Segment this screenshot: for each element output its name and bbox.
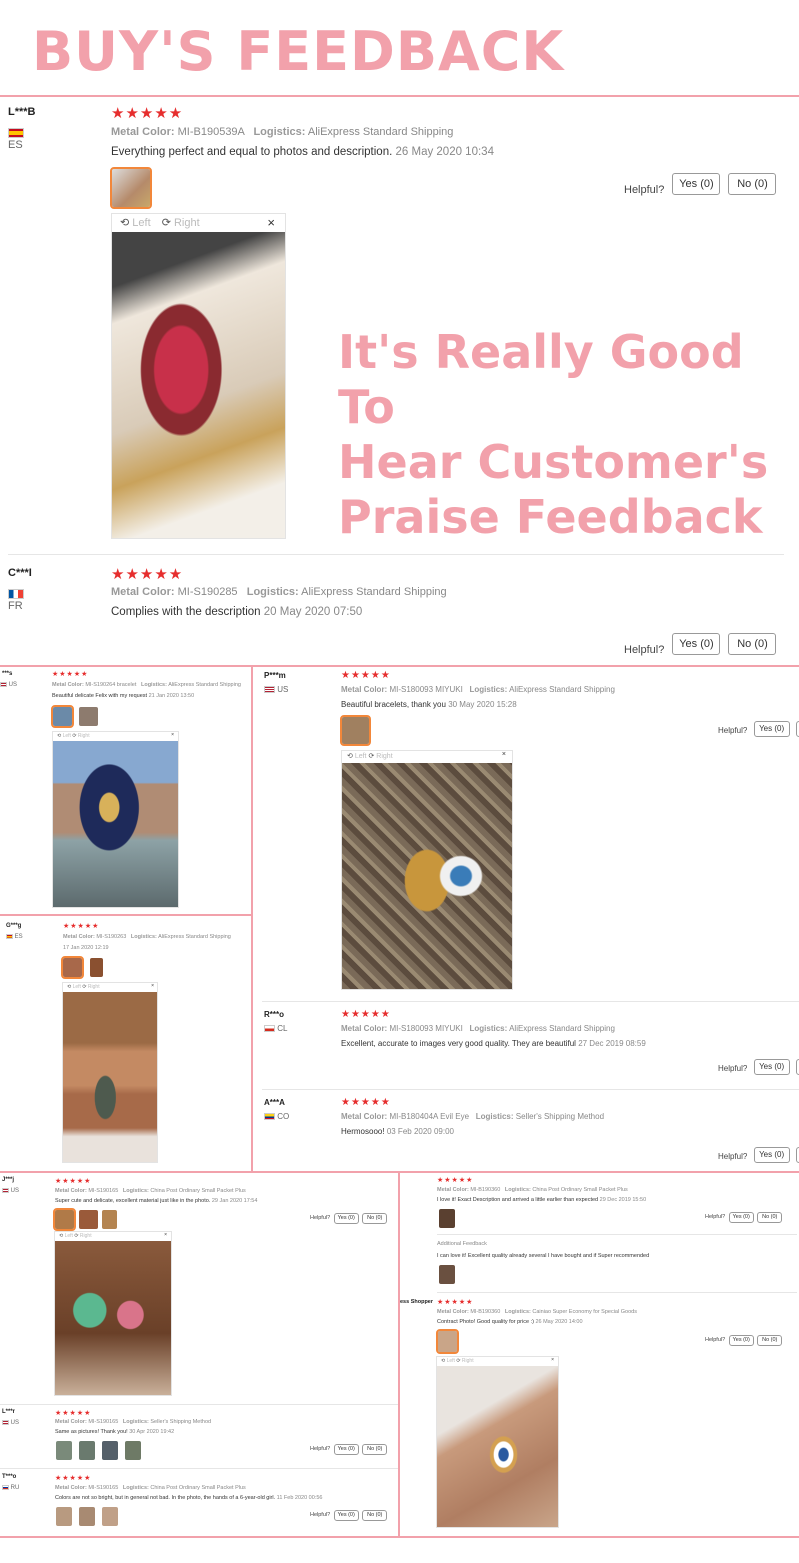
logistics-value: China Post Ordinary Small Packet Plus	[150, 1485, 246, 1491]
review-text-line: Colors are not so bright, but in general…	[55, 1495, 322, 1501]
russia-flag-icon	[2, 1485, 9, 1490]
logistics-label: Logistics:	[504, 1309, 531, 1315]
metal-color-label: Metal Color:	[437, 1309, 469, 1315]
logistics-value: Cainiao Super Economy for Special Goods	[532, 1309, 637, 1315]
helpful-yes-button[interactable]: Yes (0)	[728, 1335, 754, 1346]
close-icon[interactable]: ×	[551, 1357, 554, 1363]
metal-color-value: MI-B190360	[470, 1309, 501, 1315]
helpful-label: Helpful?	[705, 1337, 726, 1343]
helpful-no-button[interactable]: No (0)	[362, 1510, 388, 1521]
helpful-no-button[interactable]: No (0)	[757, 1335, 783, 1346]
review-photo-thumbnail[interactable]	[56, 1507, 72, 1526]
review-photo	[437, 1366, 558, 1527]
logistics-label: Logistics:	[122, 1485, 149, 1491]
review-text: Colors are not so bright, but in general…	[55, 1495, 276, 1501]
metal-color-label: Metal Color:	[55, 1485, 87, 1491]
helpful-section: Helpful? Yes (0) No (0)	[705, 1335, 783, 1346]
order-info: Metal Color: MI-S190165 Logistics: China…	[55, 1485, 246, 1491]
review-date: 11 Feb 2020 00:56	[276, 1495, 323, 1501]
helpful-section: Helpful? Yes (0) No (0)	[310, 1510, 388, 1521]
rotate-right-icon[interactable]: ⟳	[456, 1358, 460, 1364]
rotate-left-label[interactable]: Left	[447, 1358, 455, 1364]
rotate-right-label[interactable]: Right	[462, 1358, 474, 1364]
rotate-left-icon[interactable]: ⟲	[441, 1358, 445, 1364]
divider	[0, 1536, 799, 1538]
helpful-label: Helpful?	[310, 1512, 331, 1518]
reviewer-country: RU	[2, 1485, 19, 1491]
viewer-toolbar: ⟲ Left ⟳ Right ×	[437, 1357, 558, 1366]
review-photo-thumbnail[interactable]	[79, 1507, 95, 1526]
reviewer-name: ess Shopper	[400, 1299, 434, 1305]
reviewer-name: T***o	[2, 1474, 17, 1480]
review-item: ess Shopper ★★★★★ Metal Color: MI-B19036…	[400, 0, 799, 1535]
photo-viewer: ⟲ Left ⟳ Right ×	[436, 1356, 559, 1528]
star-rating: ★★★★★	[437, 1299, 474, 1306]
metal-color-value: MI-S190165	[88, 1485, 119, 1491]
review-text-line: Contract Photo! Good quality for price :…	[437, 1319, 583, 1325]
country-code: RU	[10, 1485, 20, 1492]
review-date: 26 May 2020 14:00	[535, 1319, 583, 1325]
review-photo-thumbnail[interactable]	[102, 1507, 118, 1526]
review-item: T***o RU ★★★★★ Metal Color: MI-S190165 L…	[0, 0, 398, 1535]
review-text: Contract Photo! Good quality for price :…	[437, 1319, 534, 1325]
helpful-yes-button[interactable]: Yes (0)	[333, 1510, 359, 1521]
review-photo-thumbnail[interactable]	[436, 1329, 459, 1354]
star-rating: ★★★★★	[55, 1475, 92, 1482]
order-info: Metal Color: MI-B190360 Logistics: Caini…	[437, 1309, 637, 1315]
